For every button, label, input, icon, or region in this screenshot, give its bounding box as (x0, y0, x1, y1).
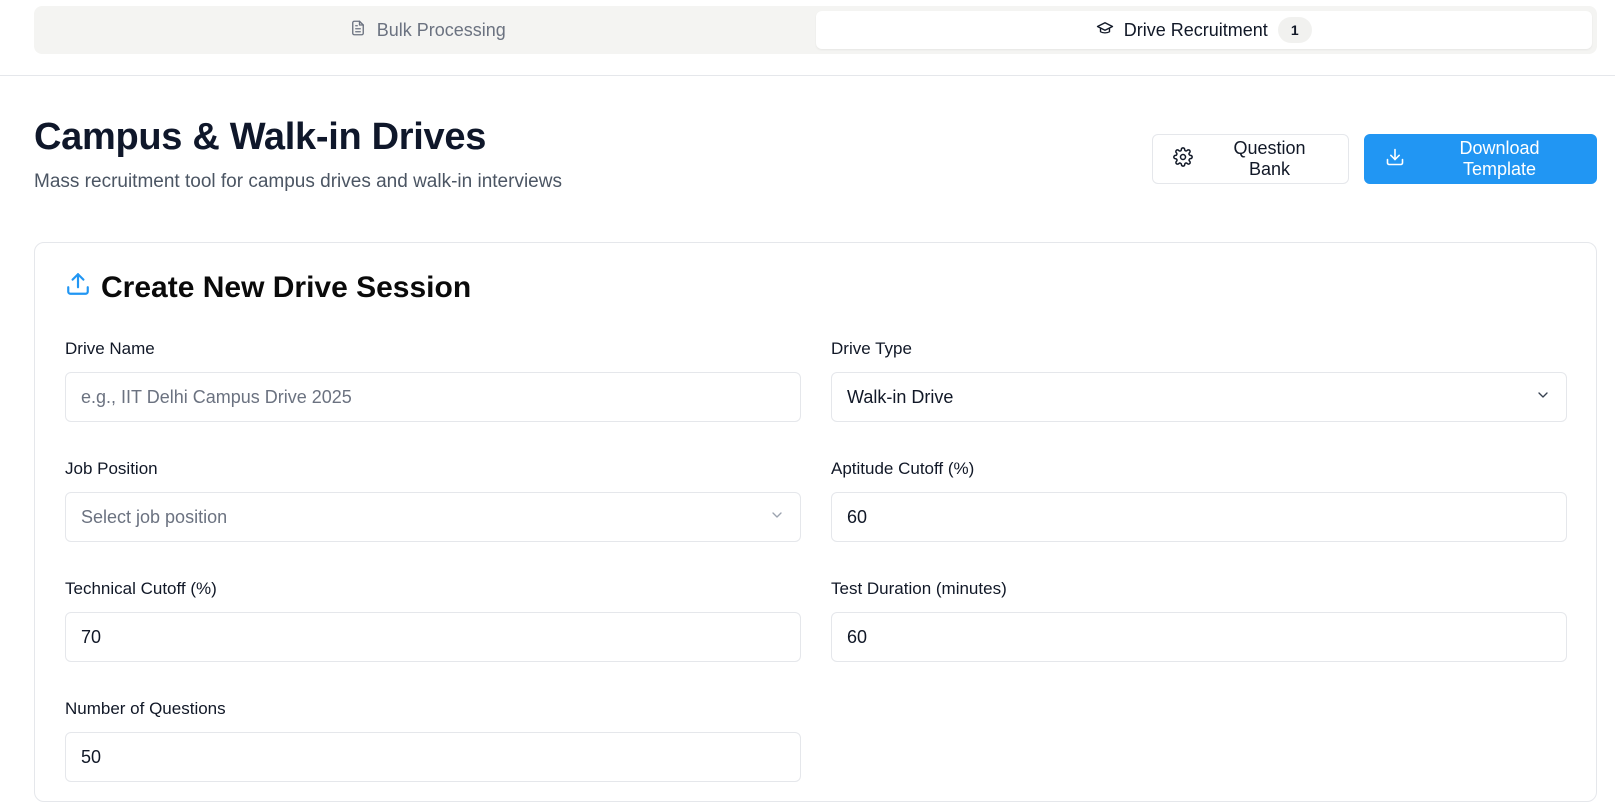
test-duration-input[interactable]: 60 (831, 612, 1567, 662)
aptitude-cutoff-field: Aptitude Cutoff (%) 60 (831, 459, 1567, 542)
tab-list: Bulk Processing Drive Recruitment 1 (34, 6, 1597, 54)
num-questions-input[interactable]: 50 (65, 732, 801, 782)
aptitude-cutoff-value: 60 (847, 506, 868, 527)
download-template-label: Download Template (1459, 138, 1540, 179)
num-questions-value: 50 (81, 746, 102, 767)
aptitude-cutoff-label: Aptitude Cutoff (%) (831, 459, 975, 478)
drive-type-select[interactable]: Walk-in Drive (831, 372, 1567, 422)
page-header: Campus & Walk-in Drives Mass recruitment… (34, 116, 1597, 206)
aptitude-cutoff-input[interactable]: 60 (831, 492, 1567, 542)
test-duration-value: 60 (847, 626, 868, 647)
test-duration-label: Test Duration (minutes) (831, 579, 1007, 598)
gear-icon (1173, 146, 1193, 172)
drive-type-value: Walk-in Drive (847, 386, 954, 407)
drive-name-label: Drive Name (65, 339, 155, 358)
job-position-placeholder: Select job position (81, 506, 228, 527)
chevron-down-icon (769, 507, 785, 528)
tab-bulk-processing[interactable]: Bulk Processing (39, 11, 816, 49)
header-actions: Question Bank Download Template (1152, 134, 1597, 184)
create-drive-card: Create New Drive Session Drive Name e.g.… (34, 242, 1597, 802)
drive-name-placeholder: e.g., IIT Delhi Campus Drive 2025 (81, 386, 352, 407)
question-bank-button[interactable]: Question Bank (1152, 134, 1349, 184)
drive-name-input[interactable]: e.g., IIT Delhi Campus Drive 2025 (65, 372, 801, 422)
chevron-down-icon (1535, 387, 1551, 408)
card-title: Create New Drive Session (65, 271, 471, 305)
job-position-field: Job Position Select job position (65, 459, 801, 542)
top-navigation: Bulk Processing Drive Recruitment 1 (0, 0, 1615, 76)
technical-cutoff-input[interactable]: 70 (65, 612, 801, 662)
drive-type-field: Drive Type Walk-in Drive (831, 339, 1567, 422)
count-badge: 1 (1277, 17, 1312, 43)
tab-drive-recruitment[interactable]: Drive Recruitment 1 (815, 11, 1592, 49)
download-icon (1385, 147, 1405, 172)
tab-label: Bulk Processing (376, 19, 506, 40)
num-questions-field: Number of Questions 50 (65, 699, 801, 782)
technical-cutoff-value: 70 (81, 626, 102, 647)
drive-name-field: Drive Name e.g., IIT Delhi Campus Drive … (65, 339, 801, 422)
card-title-text: Create New Drive Session (101, 271, 472, 304)
file-text-icon (349, 19, 367, 42)
technical-cutoff-label: Technical Cutoff (%) (65, 579, 217, 598)
job-position-select[interactable]: Select job position (65, 492, 801, 542)
test-duration-field: Test Duration (minutes) 60 (831, 579, 1567, 662)
tab-label: Drive Recruitment (1123, 19, 1268, 40)
technical-cutoff-field: Technical Cutoff (%) 70 (65, 579, 801, 662)
upload-icon (65, 271, 91, 305)
question-bank-label: Question Bank (1233, 138, 1306, 179)
job-position-label: Job Position (65, 459, 158, 478)
drive-type-label: Drive Type (831, 339, 912, 358)
graduation-cap-icon (1096, 19, 1114, 42)
num-questions-label: Number of Questions (65, 699, 226, 718)
download-template-button[interactable]: Download Template (1364, 134, 1597, 184)
